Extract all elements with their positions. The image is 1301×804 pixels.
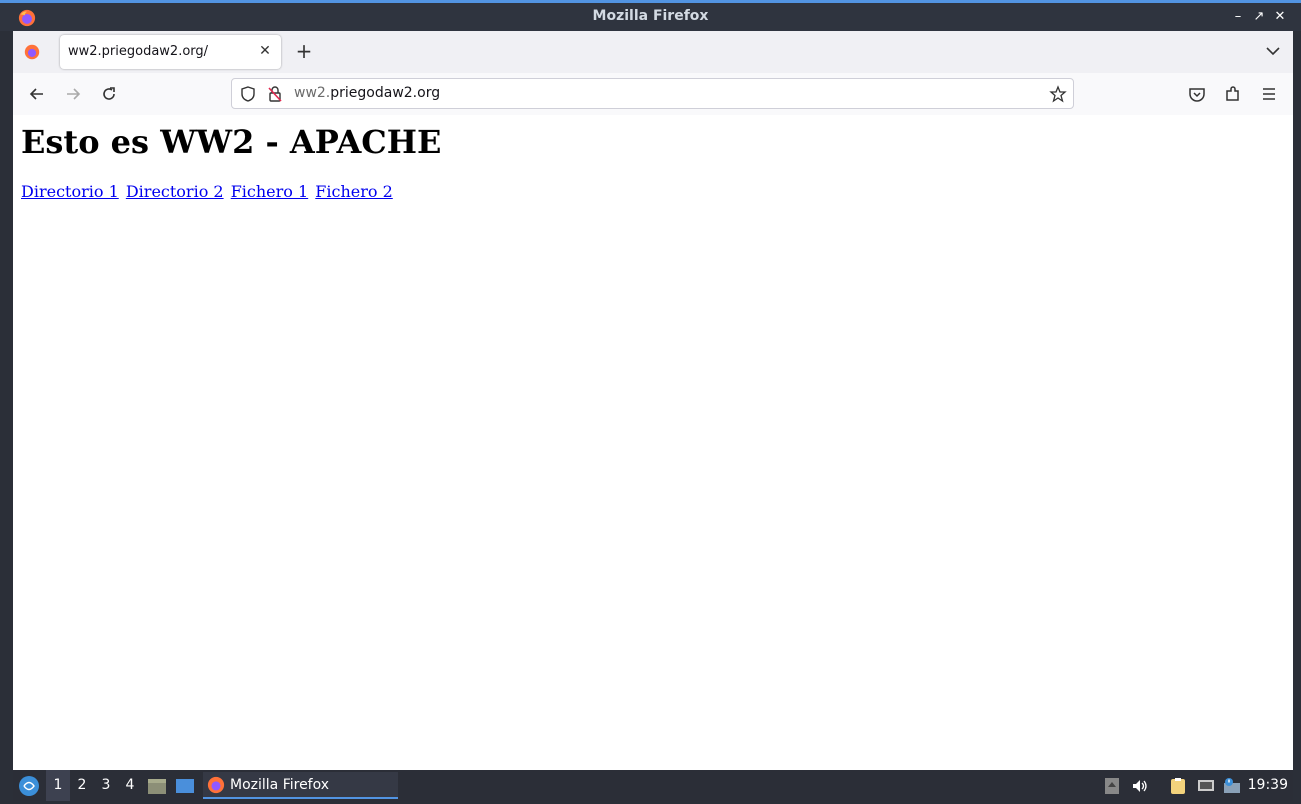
taskbar-item-firefox[interactable]: Mozilla Firefox: [203, 772, 398, 799]
workspace-4[interactable]: 4: [118, 770, 142, 801]
bookmark-star-icon[interactable]: [1049, 85, 1067, 103]
url-bar[interactable]: ww2.priegodaw2.org: [231, 78, 1074, 109]
link-directorio-2[interactable]: Directorio 2: [126, 182, 224, 201]
browser-window: ww2.priegodaw2.org/ ✕ + ww2.priegodaw2.o…: [13, 31, 1293, 770]
notification-icon[interactable]: [1223, 777, 1241, 795]
tab-title: ww2.priegodaw2.org/: [68, 44, 209, 59]
link-fichero-1[interactable]: Fichero 1: [231, 182, 309, 201]
start-menu-icon[interactable]: [18, 775, 40, 797]
link-fichero-2[interactable]: Fichero 2: [315, 182, 393, 201]
navigation-bar: ww2.priegodaw2.org: [13, 73, 1293, 116]
volume-icon[interactable]: [1131, 777, 1149, 795]
taskbar: 1 2 3 4 Mozilla Firefox 19:39: [13, 770, 1293, 801]
network-icon[interactable]: [1197, 777, 1215, 795]
url-text: ww2.priegodaw2.org: [294, 85, 441, 101]
firefox-icon: [207, 776, 225, 794]
desktop: Mozilla Firefox – ↗ ✕ ww2.priegodaw2.org…: [0, 0, 1301, 804]
clipboard-icon[interactable]: [1169, 777, 1187, 795]
reload-icon[interactable]: [99, 84, 119, 104]
close-tab-icon[interactable]: ✕: [257, 43, 273, 59]
extensions-icon[interactable]: [1223, 84, 1243, 104]
pocket-icon[interactable]: [1187, 84, 1207, 104]
new-tab-button[interactable]: +: [294, 41, 314, 61]
window-title: Mozilla Firefox: [592, 8, 709, 24]
file-manager-icon[interactable]: [147, 777, 167, 795]
taskbar-item-label: Mozilla Firefox: [230, 777, 330, 793]
close-window-button[interactable]: ✕: [1272, 9, 1288, 25]
clock: 19:39: [1247, 777, 1288, 793]
link-directorio-1[interactable]: Directorio 1: [21, 182, 119, 201]
chevron-down-icon[interactable]: [1265, 43, 1281, 59]
tab-strip: ww2.priegodaw2.org/ ✕ +: [13, 31, 1293, 73]
eject-icon[interactable]: [1103, 777, 1121, 795]
page-heading: Esto es WW2 - APACHE: [21, 123, 442, 161]
firefox-view-icon[interactable]: [23, 43, 41, 61]
maximize-button[interactable]: ↗: [1251, 9, 1267, 25]
desktop-icon[interactable]: [175, 777, 195, 795]
workspace-3[interactable]: 3: [94, 770, 118, 801]
shield-icon[interactable]: [239, 85, 257, 103]
link-list: Directorio 1 Directorio 2 Fichero 1 Fich…: [21, 182, 395, 201]
back-icon[interactable]: [27, 84, 47, 104]
tab-active[interactable]: ww2.priegodaw2.org/ ✕: [60, 35, 281, 69]
minimize-button[interactable]: –: [1230, 9, 1246, 25]
forward-icon[interactable]: [63, 84, 83, 104]
insecure-lock-icon[interactable]: [266, 85, 284, 103]
window-titlebar[interactable]: Mozilla Firefox – ↗ ✕: [0, 0, 1301, 31]
workspace-1[interactable]: 1: [46, 770, 70, 801]
menu-icon[interactable]: [1259, 84, 1279, 104]
workspace-2[interactable]: 2: [70, 770, 94, 801]
page-content: Esto es WW2 - APACHE Directorio 1 Direct…: [13, 115, 1293, 770]
